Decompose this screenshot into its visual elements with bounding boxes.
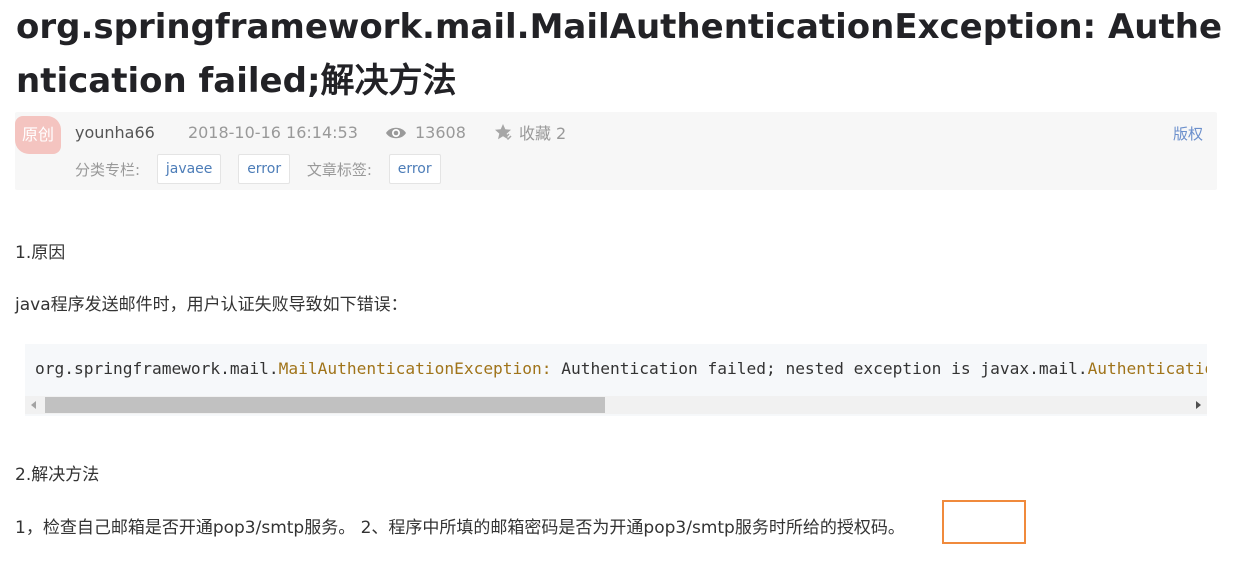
code-text-message: Authentication failed; nested exception … bbox=[551, 359, 1088, 378]
original-badge: 原创 bbox=[15, 116, 61, 154]
category-tag-error[interactable]: error bbox=[238, 154, 291, 184]
view-count-value: 13608 bbox=[414, 123, 466, 142]
code-text-exception: MailAuthenticationException: bbox=[278, 359, 552, 378]
article-title: org.springframework.mail.MailAuthenticat… bbox=[16, 7, 1223, 101]
highlight-annotation-box bbox=[942, 500, 1026, 544]
article-tag-error[interactable]: error bbox=[388, 154, 441, 184]
meta-info-row: younha66 2018-10-16 16:14:53 13608 收藏 2 bbox=[75, 120, 566, 144]
publish-date: 2018-10-16 16:14:53 bbox=[187, 122, 358, 142]
view-count: 13608 bbox=[385, 122, 466, 142]
author-link[interactable]: younha66 bbox=[75, 123, 155, 142]
category-tag-row: 分类专栏: javaee error 文章标签: error bbox=[75, 154, 453, 184]
section-heading-solution: 2.解决方法 bbox=[15, 465, 100, 485]
horizontal-scrollbar[interactable] bbox=[25, 396, 1207, 414]
code-line: org.springframework.mail.MailAuthenticat… bbox=[35, 359, 1207, 378]
category-tag-javaee[interactable]: javaee bbox=[156, 154, 222, 184]
eye-icon bbox=[385, 127, 406, 138]
solution-paragraph: 1，检查自己邮箱是否开通pop3/smtp服务。 2、程序中所填的邮箱密码是否为… bbox=[15, 518, 905, 538]
tags-label: 文章标签: bbox=[306, 160, 372, 179]
star-icon bbox=[494, 124, 512, 141]
code-text-package: org.springframework.mail. bbox=[35, 359, 279, 378]
cause-paragraph: java程序发送邮件时，用户认证失败导致如下错误： bbox=[15, 295, 408, 315]
category-label: 分类专栏: bbox=[75, 160, 141, 179]
chevron-left-icon[interactable] bbox=[31, 401, 36, 409]
code-block: org.springframework.mail.MailAuthenticat… bbox=[25, 344, 1207, 416]
copyright-link[interactable]: 版权 bbox=[1173, 123, 1203, 144]
favorite-label: 收藏 2 bbox=[518, 124, 567, 143]
article-meta: 原创 younha66 2018-10-16 16:14:53 13608 收藏… bbox=[15, 112, 1217, 190]
code-text-nested: AuthenticationFailedException bbox=[1087, 359, 1207, 378]
favorite-button[interactable]: 收藏 2 bbox=[493, 120, 566, 144]
scrollbar-thumb[interactable] bbox=[45, 397, 605, 413]
chevron-right-icon[interactable] bbox=[1196, 401, 1201, 409]
section-heading-cause: 1.原因 bbox=[15, 243, 66, 263]
